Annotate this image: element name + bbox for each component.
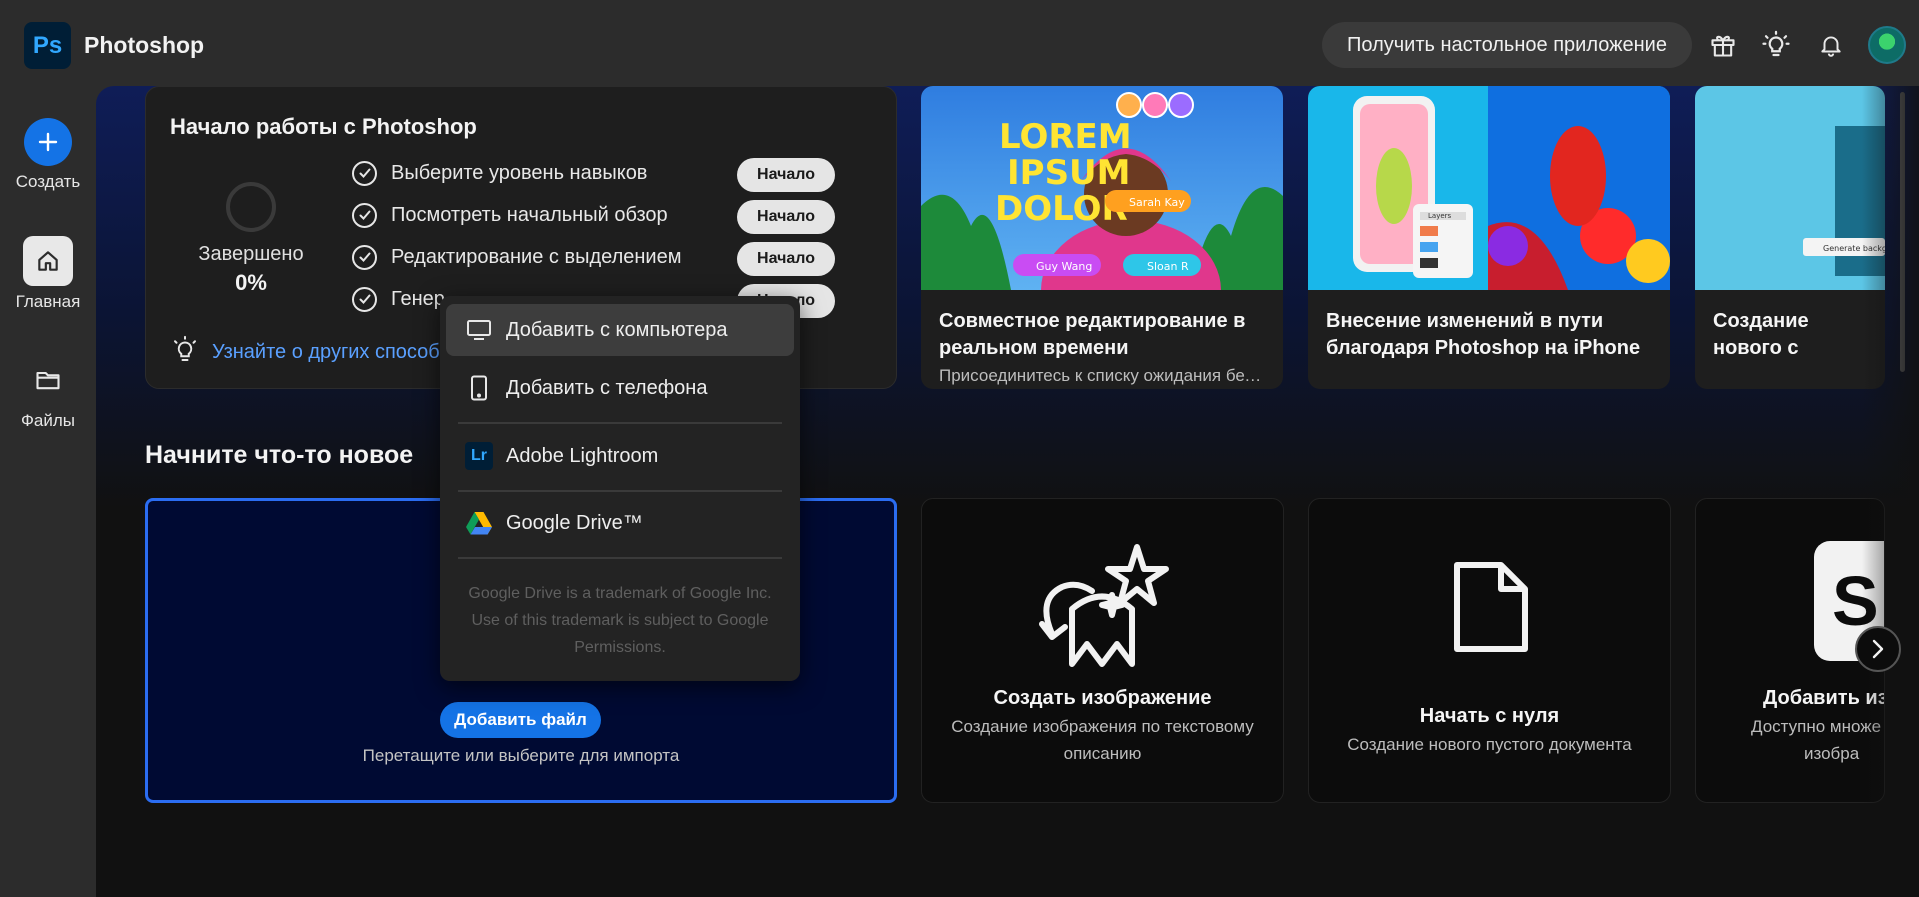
image-lettering: LOREM — [999, 117, 1132, 157]
rail-files[interactable]: Файлы — [0, 355, 96, 431]
avatar[interactable] — [1868, 26, 1906, 64]
document-icon — [1449, 557, 1533, 662]
get-desktop-app-button[interactable]: Получить настольное приложение — [1322, 22, 1692, 68]
task-label: Выберите уровень навыков — [391, 161, 648, 184]
getting-started-title: Начало работы с Photoshop — [170, 114, 477, 139]
create-image-card[interactable]: Создать изображение Создание изображения… — [921, 498, 1284, 803]
monitor-icon — [462, 313, 496, 347]
task-start-button[interactable]: Начало — [737, 158, 835, 192]
done-percent: 0% — [235, 270, 267, 295]
rail-home[interactable]: Главная — [0, 236, 96, 312]
svg-text:Sarah Kay: Sarah Kay — [1129, 196, 1185, 209]
feature-card-title: Создание нового с — [1713, 310, 1809, 359]
feature-card-collab[interactable]: LOREM IPSUM DOLOR Sarah Kay Guy Wang Slo… — [921, 86, 1283, 389]
task-start-button[interactable]: Начало — [737, 242, 835, 276]
learn-more-row[interactable]: Узнайте о других способа — [170, 335, 450, 370]
create-image-title: Создать изображение — [993, 687, 1212, 709]
rail-files-label: Файлы — [20, 411, 75, 430]
feature-image: LOREM IPSUM DOLOR Sarah Kay Guy Wang Slo… — [921, 86, 1283, 360]
task-label: Генер — [391, 287, 445, 310]
menu-item-label: Google Drive™ — [506, 511, 643, 534]
google-drive-trademark-note: Google Drive is a trademark of Google In… — [468, 585, 772, 656]
feature-card-title: Совместное редактирование в реальном вре… — [939, 310, 1246, 359]
feature-card-subtitle: Присоединитесь к списку ожидания бет… — [939, 366, 1269, 385]
menu-item-label: Добавить с телефона — [506, 376, 708, 399]
menu-item-label: Добавить с компьютера — [506, 318, 728, 341]
check-icon — [352, 244, 377, 270]
lightbulb-icon[interactable] — [1759, 28, 1793, 62]
svg-text:Sloan R: Sloan R — [1147, 260, 1189, 273]
blank-document-title: Начать с нуля — [1419, 705, 1560, 727]
chevron-right-icon — [1872, 639, 1884, 659]
check-icon — [352, 160, 377, 186]
feature-card-generate[interactable]: Generate backgrou Создание нового с — [1695, 86, 1885, 389]
app-title: Photoshop — [84, 32, 205, 58]
svg-text:Guy Wang: Guy Wang — [1036, 260, 1092, 273]
menu-divider — [458, 557, 782, 559]
carousel-next-button[interactable] — [1855, 626, 1901, 672]
menu-divider — [458, 490, 782, 492]
task-item[interactable]: Выберите уровень навыков — [352, 158, 647, 188]
add-file-button[interactable]: Добавить файл — [440, 702, 601, 738]
add-source-menu: Добавить с компьютера Добавить с телефон… — [440, 296, 800, 681]
menu-item-from-computer[interactable]: Добавить с компьютера — [446, 304, 794, 356]
task-start-button[interactable]: Начало — [737, 200, 835, 234]
bell-icon[interactable] — [1814, 28, 1848, 62]
menu-item-google-drive[interactable]: Google Drive™ — [446, 497, 794, 549]
menu-item-lightroom[interactable]: Lr Adobe Lightroom — [446, 430, 794, 482]
lightbulb-icon — [170, 335, 200, 370]
feature-image: Generate backgrou — [1695, 86, 1885, 290]
check-icon — [352, 286, 377, 312]
feature-card-title: Внесение изменений в пути благодаря Phot… — [1326, 310, 1641, 359]
progress-ring — [226, 182, 276, 232]
svg-text:Layers: Layers — [1428, 212, 1452, 220]
task-label: Посмотреть начальный обзор — [391, 203, 668, 226]
photoshop-logo[interactable]: Ps — [24, 22, 71, 69]
folder-icon — [23, 355, 73, 405]
task-label: Редактирование с выделением — [391, 245, 682, 268]
top-bar: Ps Photoshop Получить настольное приложе… — [0, 0, 1919, 88]
rail-create[interactable]: Создать — [0, 118, 96, 192]
svg-text:IPSUM: IPSUM — [1007, 153, 1131, 193]
check-icon — [352, 202, 377, 228]
blank-document-card[interactable]: Начать с нуля Создание нового пустого до… — [1308, 498, 1671, 803]
home-icon — [23, 236, 73, 286]
plus-icon — [24, 118, 72, 166]
feature-card-iphone[interactable]: Layers Внесение изменений в пути благода… — [1308, 86, 1670, 389]
menu-divider — [458, 422, 782, 424]
add-from-subtitle-2: изобра — [1804, 744, 1860, 763]
rail-home-label: Главная — [15, 292, 81, 311]
generate-image-icon — [1032, 539, 1172, 674]
blank-document-subtitle: Создание нового пустого документа — [1347, 735, 1632, 754]
dropzone-hint: Перетащите или выберите для импорта — [362, 746, 680, 765]
learn-more-link[interactable]: Узнайте о других способа — [212, 341, 450, 364]
done-label: Завершено — [198, 243, 304, 265]
lightroom-icon: Lr — [462, 439, 496, 473]
task-item[interactable]: Редактирование с выделением — [352, 242, 681, 272]
menu-item-from-phone[interactable]: Добавить с телефона — [446, 362, 794, 414]
section-title: Начните что-то новое — [145, 441, 414, 469]
rail-create-label: Создать — [15, 172, 81, 191]
gift-icon[interactable] — [1706, 28, 1740, 62]
create-image-subtitle: Создание изображения по текстовому описа… — [951, 717, 1254, 763]
task-item[interactable]: Генер — [352, 284, 445, 314]
google-drive-icon — [462, 506, 496, 540]
menu-item-label: Adobe Lightroom — [506, 444, 659, 467]
phone-icon — [462, 371, 496, 405]
task-item[interactable]: Посмотреть начальный обзор — [352, 200, 668, 230]
carousel-fade — [1862, 86, 1919, 806]
feature-image: Layers — [1308, 86, 1670, 290]
